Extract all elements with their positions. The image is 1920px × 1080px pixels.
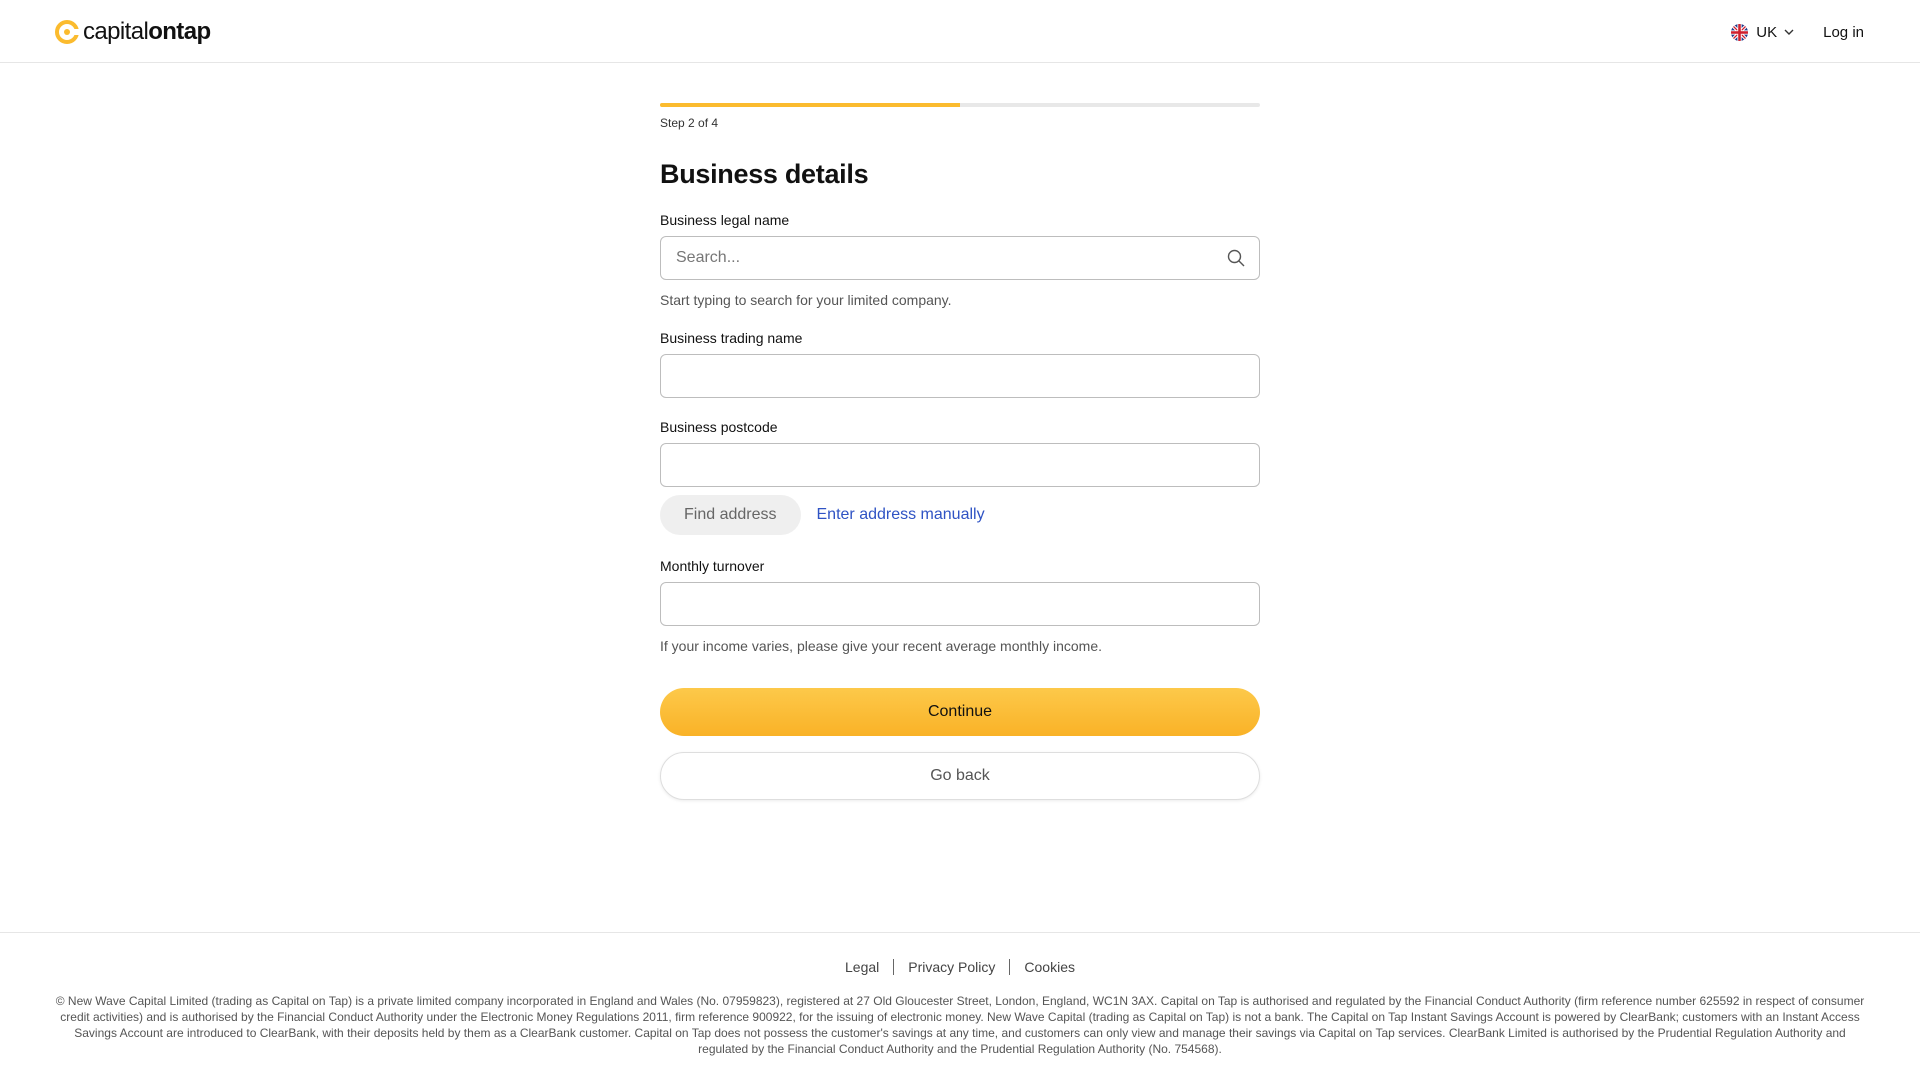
postcode-input[interactable] <box>660 443 1260 487</box>
brand-name-part2: ontap <box>148 18 211 45</box>
legal-name-search-input[interactable] <box>660 236 1260 280</box>
footer-link-legal[interactable]: Legal <box>845 959 879 975</box>
capitalontap-logo-icon <box>55 20 79 44</box>
search-icon[interactable] <box>1226 248 1246 268</box>
region-selector[interactable]: UK <box>1731 23 1795 41</box>
chevron-down-icon <box>1784 29 1794 35</box>
login-link[interactable]: Log in <box>1823 24 1864 41</box>
enter-address-manually-link[interactable]: Enter address manually <box>817 506 985 524</box>
progress-bar-fill <box>660 103 960 107</box>
footer-divider <box>893 959 895 975</box>
legal-name-field <box>660 236 1260 280</box>
top-header: capitalontap UK Log in <box>0 0 1920 63</box>
brand-name: capitalontap <box>83 17 211 47</box>
legal-name-label: Business legal name <box>660 212 790 228</box>
footer-link-privacy-policy[interactable]: Privacy Policy <box>908 959 995 975</box>
find-address-button[interactable]: Find address <box>660 495 801 535</box>
brand-logo[interactable]: capitalontap <box>55 17 211 47</box>
progress-bar <box>660 103 1260 107</box>
monthly-turnover-input[interactable] <box>660 582 1260 626</box>
step-indicator: Step 2 of 4 <box>660 116 719 130</box>
brand-name-part1: capital <box>83 18 149 45</box>
trading-name-label: Business trading name <box>660 330 803 346</box>
postcode-label: Business postcode <box>660 419 778 435</box>
page-footer: Legal Privacy Policy Cookies © New Wave … <box>0 932 1920 1080</box>
uk-flag-icon <box>1731 23 1749 41</box>
footer-legal-text: © New Wave Capital Limited (trading as C… <box>55 994 1865 1056</box>
monthly-turnover-hint: If your income varies, please give your … <box>660 638 1102 654</box>
postcode-field <box>660 443 1260 487</box>
address-actions: Find address Enter address manually <box>660 495 1260 535</box>
trading-name-input[interactable] <box>660 354 1260 398</box>
page-title: Business details <box>660 159 869 189</box>
region-label: UK <box>1756 23 1778 41</box>
go-back-button[interactable]: Go back <box>660 752 1260 800</box>
footer-links: Legal Privacy Policy Cookies <box>0 959 1920 975</box>
footer-link-cookies[interactable]: Cookies <box>1024 959 1075 975</box>
continue-button[interactable]: Continue <box>660 688 1260 736</box>
monthly-turnover-label: Monthly turnover <box>660 558 765 574</box>
business-details-form: Step 2 of 4 Business details Business le… <box>660 103 1260 800</box>
monthly-turnover-field <box>660 582 1260 626</box>
legal-name-hint: Start typing to search for your limited … <box>660 292 952 308</box>
header-actions: UK Log in <box>1731 20 1864 44</box>
trading-name-field <box>660 354 1260 398</box>
footer-divider <box>1009 959 1011 975</box>
